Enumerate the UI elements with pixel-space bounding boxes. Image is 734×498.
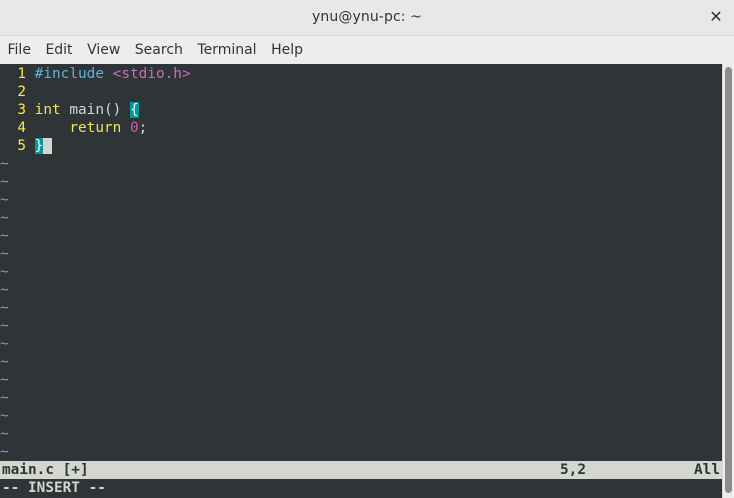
code-token: 0: [129, 120, 139, 136]
tilde-marker: ~: [0, 174, 9, 190]
code-token: #include: [34, 66, 104, 82]
tilde-marker: ~: [0, 192, 9, 208]
menu-edit[interactable]: Edit: [38, 36, 80, 64]
status-cursor-position: 5,2: [560, 462, 586, 478]
menu-view[interactable]: View: [80, 36, 128, 64]
status-scroll-percent: All: [694, 462, 720, 478]
menu-terminal[interactable]: Terminal: [190, 36, 264, 64]
text-cursor: [43, 138, 53, 154]
menu-help[interactable]: Help: [264, 36, 310, 64]
code-token: main(): [60, 102, 130, 118]
code-token: return: [69, 120, 122, 136]
tilde-marker: ~: [0, 318, 9, 334]
scrollbar-thumb[interactable]: [725, 67, 732, 493]
tilde-marker: ~: [0, 246, 9, 262]
tilde-marker: ~: [0, 228, 9, 244]
scrollbar[interactable]: [722, 64, 734, 498]
tilde-marker: ~: [0, 408, 9, 424]
code-token: int: [34, 102, 61, 118]
tilde-marker: ~: [0, 336, 9, 352]
terminal-area[interactable]: 1 #include <stdio.h> 2 3 int main() { 4 …: [0, 64, 722, 498]
tilde-marker: ~: [0, 354, 9, 370]
code-token: <stdio.h>: [112, 66, 191, 82]
close-icon[interactable]: ✕: [708, 7, 724, 27]
terminal-window: ynu@ynu-pc: ~ ✕ File Edit View Search Te…: [0, 0, 734, 498]
code-line[interactable]: 4 return 0;: [0, 119, 147, 137]
tilde-marker: ~: [0, 264, 9, 280]
tilde-marker: ~: [0, 156, 9, 172]
tilde-marker: ~: [0, 282, 9, 298]
line-number: 3: [17, 102, 26, 118]
vim-mode-indicator: -- INSERT --: [2, 480, 106, 496]
code-token: ;: [138, 120, 148, 136]
menu-bar: File Edit View Search Terminal Help: [0, 36, 734, 64]
code-line[interactable]: 5 }: [0, 137, 53, 155]
code-line[interactable]: 3 int main() {: [0, 101, 139, 119]
line-number: 1: [17, 66, 26, 82]
tilde-marker: ~: [0, 210, 9, 226]
tilde-marker: ~: [0, 426, 9, 442]
code-line[interactable]: 1 #include <stdio.h>: [0, 65, 191, 83]
title-bar[interactable]: ynu@ynu-pc: ~ ✕: [0, 0, 734, 36]
tilde-marker: ~: [0, 390, 9, 406]
line-number: 4: [17, 120, 26, 136]
tilde-marker: ~: [0, 444, 9, 460]
menu-search[interactable]: Search: [127, 36, 190, 64]
tilde-marker: ~: [0, 372, 9, 388]
code-token: {: [129, 102, 139, 118]
status-filename: main.c [+]: [2, 462, 89, 478]
menu-file[interactable]: File: [0, 36, 38, 64]
window-title: ynu@ynu-pc: ~: [312, 9, 422, 25]
line-number: 2: [17, 84, 26, 100]
tilde-marker: ~: [0, 300, 9, 316]
vim-status-line: main.c [+] 5,2 All: [0, 461, 722, 479]
code-line[interactable]: 2: [0, 83, 35, 101]
line-number: 5: [17, 138, 26, 154]
